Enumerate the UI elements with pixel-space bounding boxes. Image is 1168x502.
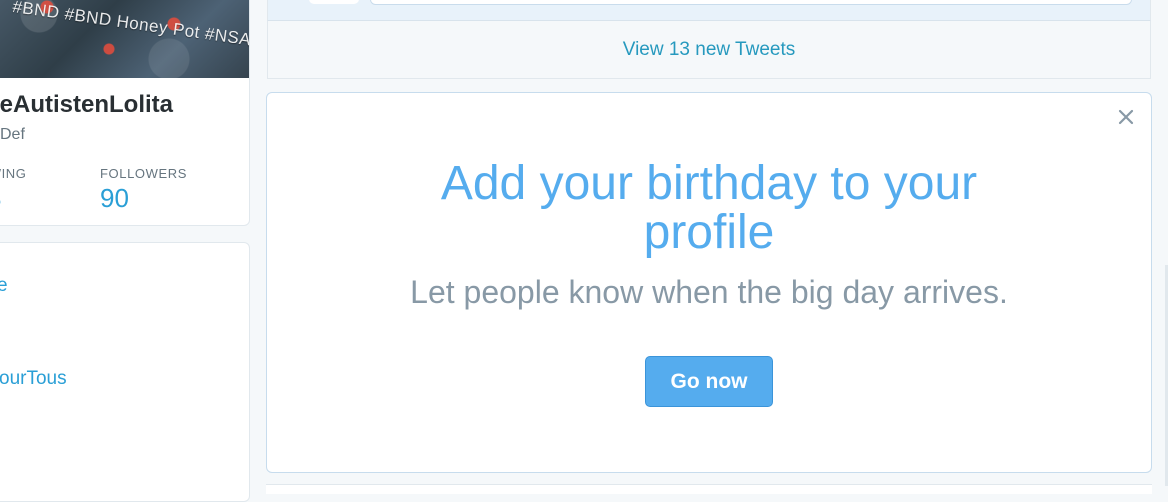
tweet-compose-input[interactable] xyxy=(370,0,1132,5)
trends-card: e ourTous xyxy=(0,242,250,502)
profile-handle[interactable]: Def xyxy=(0,126,25,144)
tweet-compose-box xyxy=(267,0,1151,20)
go-now-button[interactable]: Go now xyxy=(645,356,773,407)
new-tweets-bar[interactable]: View 13 new Tweets xyxy=(267,20,1151,79)
trend-item[interactable]: e xyxy=(0,275,8,297)
followers-label[interactable]: FOLLOWERS xyxy=(100,166,187,181)
profile-card: #BND #BND Honey Pot #NSA #CIA leAutisten… xyxy=(0,0,250,226)
trend-item[interactable]: ourTous xyxy=(0,368,67,390)
profile-screen-name[interactable]: leAutistenLolita xyxy=(0,91,173,119)
avatar[interactable] xyxy=(309,0,359,4)
birthday-prompt-card: Add your birthday to your profile Let pe… xyxy=(266,92,1152,473)
close-icon[interactable] xyxy=(1116,107,1136,127)
new-tweets-link[interactable]: View 13 new Tweets xyxy=(623,39,796,61)
following-label[interactable]: OWING xyxy=(0,166,27,181)
prompt-title: Add your birthday to your profile xyxy=(440,157,978,259)
followers-count[interactable]: 90 xyxy=(100,183,129,214)
prompt-subtitle: Let people know when the big day arrives… xyxy=(410,274,1008,310)
banner-text: #BND #BND Honey Pot #NSA #CIA xyxy=(11,0,250,55)
following-count[interactable]: 8 xyxy=(0,183,1,214)
profile-banner-image[interactable]: #BND #BND Honey Pot #NSA #CIA xyxy=(0,0,250,78)
